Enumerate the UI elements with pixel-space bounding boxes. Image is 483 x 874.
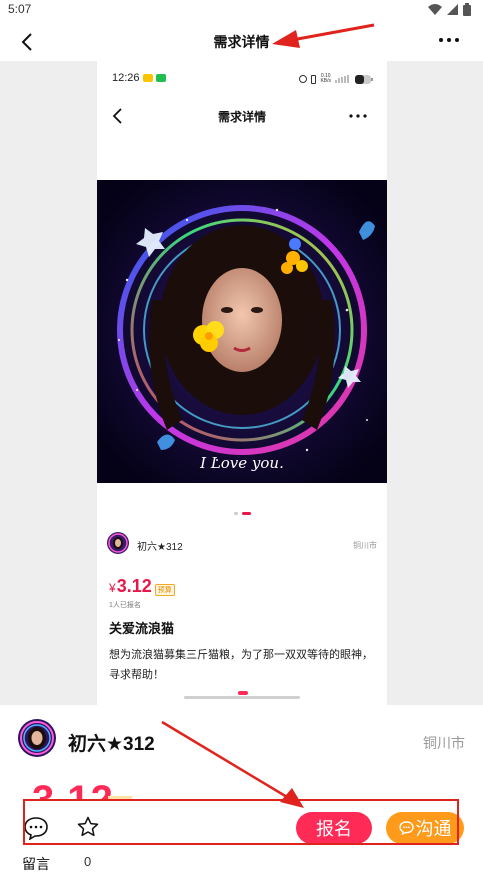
status-time: 5:07 [8, 2, 32, 16]
vibrate-icon [311, 74, 317, 84]
embedded-screenshot: 12:26 0.10 KB/s 需求详情 I Love you. 初六★312 … [0, 61, 483, 705]
embedded-home-indicator [184, 696, 300, 699]
status-bar: 5:07 [0, 0, 483, 20]
embedded-phone-screen: 12:26 0.10 KB/s 需求详情 I Love you. 初六★312 … [97, 61, 387, 705]
embedded-budget-tag: 预算 [154, 584, 175, 596]
embedded-avatar [107, 532, 129, 554]
embedded-more-icon [349, 114, 367, 118]
embedded-page-title: 需求详情 [217, 110, 266, 124]
embedded-price-amount: 3.12 [116, 576, 152, 596]
wechat-icon [156, 74, 166, 82]
page-title: 需求详情 [213, 34, 270, 50]
embedded-price-currency: ¥ [109, 581, 116, 595]
carousel-dot [233, 512, 238, 515]
city-label: 铜川市 [423, 735, 465, 751]
portrait-illustration: I Love you. [97, 180, 387, 483]
hero-image: I Love you. [97, 180, 387, 483]
carousel-dot-active [241, 512, 251, 515]
embedded-app-badges [143, 74, 166, 82]
avatar[interactable] [18, 719, 56, 757]
embedded-post-title: 关爱流浪猫 [109, 621, 175, 636]
image-caption: I Love you. [199, 454, 284, 472]
annotation-box [23, 799, 459, 845]
alarm-icon [299, 75, 308, 83]
network-speed: 0.10 KB/s [320, 73, 331, 84]
battery-icon [355, 74, 373, 84]
collect-count: 0 [84, 854, 92, 869]
embedded-scroll-indicator [238, 691, 248, 695]
embedded-user-row: 初六★312 铜川市 [107, 532, 377, 556]
embedded-status-icons: 0.10 KB/s [299, 74, 373, 84]
app-badge-icon [143, 74, 153, 82]
username: 初六★312 [68, 734, 155, 755]
embedded-price: ¥ 3.12 预算 [109, 576, 175, 597]
nav-bar: 需求详情 [0, 20, 483, 60]
signal-icon [447, 4, 458, 15]
status-icons [428, 3, 471, 16]
wifi-icon [428, 4, 442, 15]
embedded-username: 初六★312 [137, 542, 183, 553]
battery-icon [463, 3, 471, 16]
comment-label: 留言 [22, 856, 50, 872]
embedded-city: 铜川市 [353, 541, 377, 550]
signal-icon [335, 75, 349, 83]
carousel-dots [97, 512, 387, 515]
price-peek: 3.12 [32, 782, 114, 800]
embedded-status-time: 12:26 [112, 72, 140, 84]
embedded-signup-count: 1人已报名 [109, 602, 141, 609]
user-row[interactable]: 初六★312 铜川市 [0, 705, 483, 775]
more-dots-icon[interactable] [435, 30, 463, 50]
embedded-post-description: 想为流浪猫募集三斤猫粮，为了那一双双等待的眼神，寻求帮助！ [109, 649, 373, 681]
